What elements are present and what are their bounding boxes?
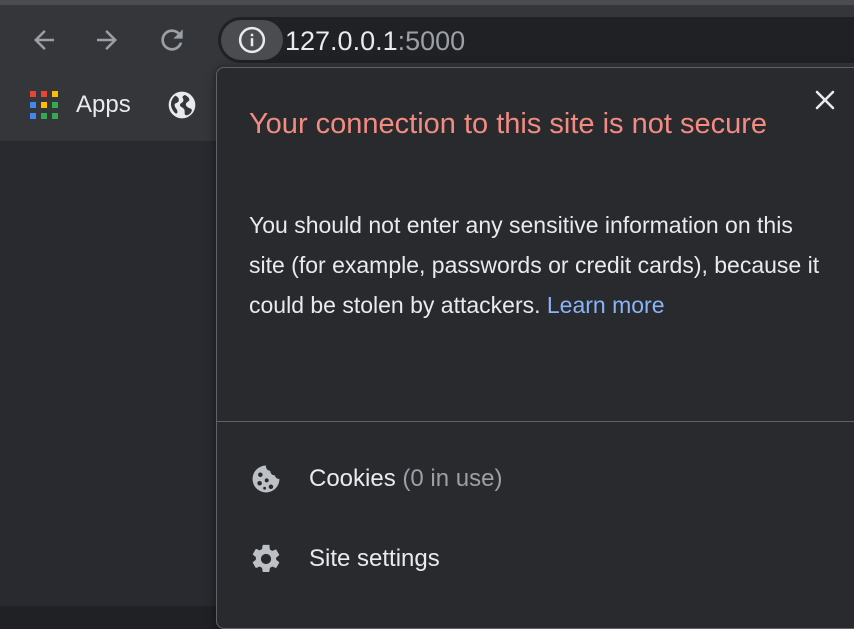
security-warning-title: Your connection to this site is not secu… — [249, 108, 768, 140]
security-warning-description: You should not enter any sensitive infor… — [249, 205, 829, 325]
cookies-label: Cookies (0 in use) — [309, 465, 502, 493]
apps-grid-icon — [30, 91, 58, 119]
bookmark-apps[interactable]: Apps — [30, 89, 131, 121]
close-icon — [815, 90, 835, 110]
globe-icon — [168, 91, 196, 119]
cookie-icon — [252, 465, 280, 493]
arrow-right-icon — [97, 30, 117, 50]
popup-divider — [217, 421, 854, 422]
forward-button[interactable] — [89, 22, 125, 58]
bookmark-globe[interactable] — [166, 89, 198, 121]
browser-toolbar: 127.0.0.1:5000 — [0, 5, 854, 75]
site-info-button[interactable] — [221, 20, 283, 60]
address-url[interactable]: 127.0.0.1:5000 — [285, 26, 465, 56]
cookies-row[interactable]: Cookies (0 in use) — [217, 451, 854, 507]
bookmark-apps-label: Apps — [76, 91, 131, 118]
site-settings-row[interactable]: Site settings — [217, 531, 854, 587]
cookies-count: (0 in use) — [402, 465, 503, 492]
learn-more-link[interactable]: Learn more — [547, 292, 665, 318]
url-host: 127.0.0.1 — [285, 26, 398, 56]
url-port: :5000 — [397, 26, 466, 56]
gear-icon — [252, 544, 280, 573]
warning-text: You should not enter any sensitive infor… — [249, 212, 820, 318]
reload-button[interactable] — [154, 22, 190, 58]
reload-icon — [161, 29, 183, 51]
popup-close-button[interactable] — [813, 88, 837, 112]
site-info-popup: Your connection to this site is not secu… — [216, 67, 854, 629]
back-button[interactable] — [26, 22, 62, 58]
arrow-left-icon — [34, 30, 54, 50]
info-circle-icon — [238, 26, 266, 54]
site-settings-label: Site settings — [309, 545, 440, 572]
cookies-title: Cookies — [309, 465, 396, 492]
